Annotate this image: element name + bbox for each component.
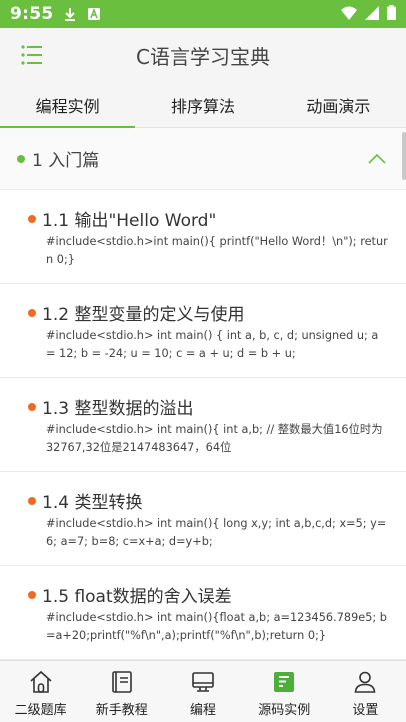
section-title: 1 入门篇: [32, 151, 100, 171]
item-bullet: [28, 214, 36, 223]
list-item[interactable]: 1.3 整型数据的溢出 #include<stdio.h> int main()…: [0, 378, 406, 472]
tab-bar: 编程实例 排序算法 动画演示: [0, 82, 406, 128]
app-bar: C语言学习宝典: [0, 28, 406, 82]
nav-label: 设置: [352, 703, 379, 718]
tab-animation-demo[interactable]: 动画演示: [271, 82, 406, 127]
nav-item-settings[interactable]: 设置: [325, 661, 406, 722]
item-code-preview: #include<stdio.h> int main(){ long x,y; …: [46, 517, 387, 548]
item-code-preview: #include<stdio.h> int main() { int a, b,…: [46, 329, 379, 360]
person-icon: [355, 671, 376, 693]
item-code-preview: #include<stdio.h> int main(){float a,b; …: [46, 611, 387, 642]
menu-icon[interactable]: [20, 43, 44, 67]
item-code-preview: #include<stdio.h> int main(){ int a,b; /…: [46, 423, 383, 454]
nav-label: 二级题库: [14, 703, 67, 718]
nav-item-beginner-tutorial[interactable]: 新手教程: [81, 661, 162, 722]
source-code-icon: [274, 672, 295, 692]
list-item[interactable]: 1.2 整型变量的定义与使用 #include<stdio.h> int mai…: [0, 284, 406, 378]
item-title: 1.3 整型数据的溢出: [42, 399, 194, 419]
battery-icon: [387, 4, 396, 24]
nav-item-source-examples[interactable]: 源码实例: [244, 661, 325, 722]
bottom-nav: 二级题库 新手教程 编程 源码实例 设置: [0, 660, 406, 722]
app-notification-icon: [87, 7, 101, 21]
status-bar: 9:55: [0, 0, 406, 28]
nav-label: 新手教程: [95, 703, 148, 718]
home-icon: [30, 670, 52, 693]
item-title: 1.5 float数据的舍入误差: [42, 587, 232, 607]
item-code-preview: #include<stdio.h>int main(){ printf("Hel…: [46, 235, 388, 266]
tab-sorting-algorithms[interactable]: 排序算法: [135, 82, 270, 127]
scrollbar[interactable]: [402, 132, 406, 180]
download-icon: [63, 7, 77, 21]
book-icon: [111, 671, 132, 693]
item-bullet: [28, 402, 36, 411]
item-bullet: [28, 308, 36, 317]
wifi-icon: [341, 5, 357, 24]
item-bullet: [28, 496, 36, 505]
section-bullet: [17, 154, 25, 163]
status-time: 9:55: [10, 4, 54, 24]
chevron-up-icon[interactable]: [368, 150, 386, 169]
signal-icon: [365, 5, 379, 24]
list-item[interactable]: 1.5 float数据的舍入误差 #include<stdio.h> int m…: [0, 566, 406, 660]
tab-programming-examples[interactable]: 编程实例: [0, 82, 136, 128]
item-title: 1.4 类型转换: [42, 493, 143, 513]
page-title: C语言学习宝典: [136, 44, 270, 69]
monitor-icon: [192, 672, 214, 692]
list-item[interactable]: 1.1 输出"Hello Word" #include<stdio.h>int …: [0, 190, 406, 284]
section-header[interactable]: 1 入门篇: [0, 128, 406, 190]
item-title: 1.1 输出"Hello Word": [42, 211, 217, 231]
list-item[interactable]: 1.4 类型转换 #include<stdio.h> int main(){ l…: [0, 472, 406, 566]
nav-item-programming[interactable]: 编程: [162, 661, 243, 722]
item-bullet: [28, 590, 36, 599]
nav-label: 源码实例: [258, 703, 311, 718]
item-title: 1.2 整型变量的定义与使用: [42, 305, 245, 325]
content-list: 1 入门篇 1.1 输出"Hello Word" #include<stdio.…: [0, 128, 406, 660]
nav-label: 编程: [190, 703, 217, 718]
nav-item-question-bank[interactable]: 二级题库: [0, 661, 81, 722]
